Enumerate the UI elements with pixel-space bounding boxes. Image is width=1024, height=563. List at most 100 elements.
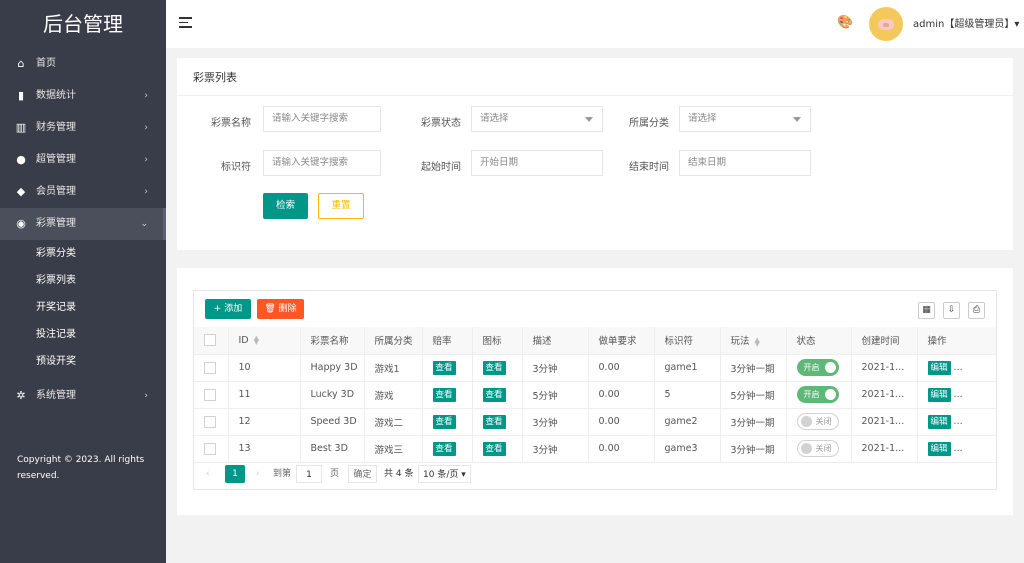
view-icon-button[interactable]: 查看	[482, 387, 506, 402]
sidebar-item-admins[interactable]: ● 超管管理 ›	[0, 144, 166, 176]
row-checkbox-cell[interactable]	[194, 435, 229, 463]
column-header[interactable]: ID ▲ ▼	[228, 327, 301, 355]
sidebar-item-statistics[interactable]: ▮ 数据统计 ›	[0, 80, 166, 112]
cell-status: 关闭	[786, 435, 852, 463]
column-header[interactable]: 玩法 ▲ ▼	[720, 327, 787, 355]
status-toggle[interactable]: 关闭	[796, 413, 839, 430]
checkbox[interactable]	[204, 415, 216, 428]
checkbox[interactable]	[204, 442, 216, 455]
export-icon[interactable]: ⇩	[943, 302, 960, 319]
start-date-input[interactable]: 开始日期	[471, 150, 603, 176]
table-row: 13 Best 3D 游戏三 查看 查看 3分钟 0.00 game3 3分钟一期 关闭 2021-…	[194, 435, 996, 463]
sidebar-item-label: 超管管理	[36, 154, 76, 165]
row-checkbox-cell[interactable]	[194, 381, 229, 409]
sidebar-item-system[interactable]: ✲ 系统管理 ›	[0, 380, 166, 412]
flag-input[interactable]: 请输入关键字搜索	[263, 150, 381, 176]
select-all-checkbox-cell[interactable]	[194, 327, 229, 355]
cell-odds: 查看	[422, 354, 473, 382]
avatar[interactable]	[869, 7, 903, 41]
chevron-right-icon: ›	[144, 155, 148, 165]
table-row: 12 Speed 3D 游戏二 查看 查看 3分钟 0.00 game2 3分钟一期 关闭 2021…	[194, 408, 996, 436]
print-icon[interactable]: ⎙	[968, 302, 985, 319]
goto-page-input[interactable]: 1	[296, 465, 322, 483]
sub-item-lottery-list[interactable]: 彩票列表	[0, 267, 166, 294]
cell-name: Happy 3D	[300, 354, 365, 382]
next-page-button[interactable]: ›	[256, 465, 260, 483]
cell-status: 开启	[786, 381, 852, 409]
end-date-input[interactable]: 结束日期	[679, 150, 811, 176]
cell-flag: game2	[654, 408, 721, 436]
page-size-select[interactable]: 10 条/页 ▾	[418, 465, 471, 483]
columns-filter-icon[interactable]: ▦	[918, 302, 935, 319]
cell-name: Lucky 3D	[300, 381, 365, 409]
sub-item-bet-records[interactable]: 投注记录	[0, 321, 166, 348]
more-actions[interactable]: ...	[954, 443, 963, 454]
user-menu[interactable]: admin【超级管理员】▾	[913, 15, 1019, 30]
cell-desc: 3分钟	[522, 354, 589, 382]
view-odds-button[interactable]: 查看	[432, 387, 456, 402]
view-odds-button[interactable]: 查看	[432, 360, 456, 375]
checkbox[interactable]	[204, 388, 216, 401]
current-page[interactable]: 1	[225, 465, 245, 483]
lottery-status-select[interactable]: 请选择	[471, 106, 603, 132]
checkbox[interactable]	[204, 361, 216, 374]
search-button[interactable]: 检索	[263, 193, 308, 219]
category-select[interactable]: 请选择	[679, 106, 811, 132]
view-icon-button[interactable]: 查看	[482, 414, 506, 429]
sub-item-lottery-category[interactable]: 彩票分类	[0, 240, 166, 267]
cell-flag: game3	[654, 435, 721, 463]
row-checkbox-cell[interactable]	[194, 354, 229, 382]
edit-button[interactable]: 编辑	[927, 414, 951, 429]
prev-page-button[interactable]: ‹	[206, 465, 210, 483]
more-actions[interactable]: ...	[954, 362, 963, 373]
view-odds-button[interactable]: 查看	[432, 441, 456, 456]
more-actions[interactable]: ...	[954, 416, 963, 427]
delete-button[interactable]: 🗑 删除	[257, 299, 304, 319]
view-odds-button[interactable]: 查看	[432, 414, 456, 429]
status-toggle[interactable]: 开启	[796, 386, 839, 403]
checkbox[interactable]	[204, 334, 216, 347]
select-value: 请选择	[688, 113, 717, 124]
gamepad-icon: ◉	[16, 217, 26, 230]
sidebar-item-home[interactable]: ⌂ 首页	[0, 48, 166, 80]
menu-toggle-icon[interactable]	[179, 17, 192, 29]
view-icon-button[interactable]: 查看	[482, 360, 506, 375]
lottery-name-input[interactable]: 请输入关键字搜索	[263, 106, 381, 132]
sidebar-item-label: 财务管理	[36, 122, 76, 133]
sort-icon[interactable]: ▲ ▼	[755, 336, 760, 347]
edit-button[interactable]: 编辑	[927, 387, 951, 402]
status-toggle[interactable]: 关闭	[796, 440, 839, 457]
sidebar-item-lottery[interactable]: ◉ 彩票管理 ⌄	[0, 208, 166, 240]
search-panel: 彩票列表 彩票名称 请输入关键字搜索 彩票状态 请选择 所属分类 请选择 标识符…	[177, 58, 1013, 250]
column-header: 图标	[472, 327, 523, 355]
column-label: 玩法	[730, 336, 750, 348]
more-actions[interactable]: ...	[954, 389, 963, 400]
edit-button[interactable]: 编辑	[927, 441, 951, 456]
chevron-right-icon: ›	[144, 391, 148, 401]
goto-confirm-button[interactable]: 确定	[348, 465, 377, 483]
sidebar-menu-bottom: ✲ 系统管理 ›	[0, 380, 166, 412]
sub-item-preset-draw[interactable]: 预设开奖	[0, 348, 166, 375]
cell-requirement: 0.00	[588, 435, 655, 463]
sidebar-item-members[interactable]: ◆ 会员管理 ›	[0, 176, 166, 208]
page-title: 彩票列表	[193, 71, 237, 84]
sidebar-item-label: 数据统计	[36, 90, 76, 101]
pagination: ‹ 1 › 到第 1 页 确定 共 4 条 10 条/页 ▾	[194, 463, 996, 489]
sort-icon[interactable]: ▲ ▼	[254, 335, 259, 346]
users-icon: ◆	[16, 185, 26, 198]
cell-icon: 查看	[472, 408, 523, 436]
theme-palette-icon[interactable]: 🎨	[837, 15, 853, 30]
sidebar-item-finance[interactable]: ▥ 财务管理 ›	[0, 112, 166, 144]
page-label: 页	[330, 469, 340, 479]
total-count: 共 4 条	[384, 469, 414, 479]
row-checkbox-cell[interactable]	[194, 408, 229, 436]
reset-button[interactable]: 重置	[318, 193, 364, 219]
cell-id: 12	[228, 408, 301, 436]
status-toggle[interactable]: 开启	[796, 359, 839, 376]
sub-item-draw-records[interactable]: 开奖记录	[0, 294, 166, 321]
edit-button[interactable]: 编辑	[927, 360, 951, 375]
view-icon-button[interactable]: 查看	[482, 441, 506, 456]
home-icon: ⌂	[17, 57, 25, 70]
add-button[interactable]: + 添加	[205, 299, 251, 319]
sidebar: 后台管理 ⌂ 首页 ▮ 数据统计 › ▥ 财务管理 › ● 超管管理 › ◆ 会…	[0, 0, 166, 563]
